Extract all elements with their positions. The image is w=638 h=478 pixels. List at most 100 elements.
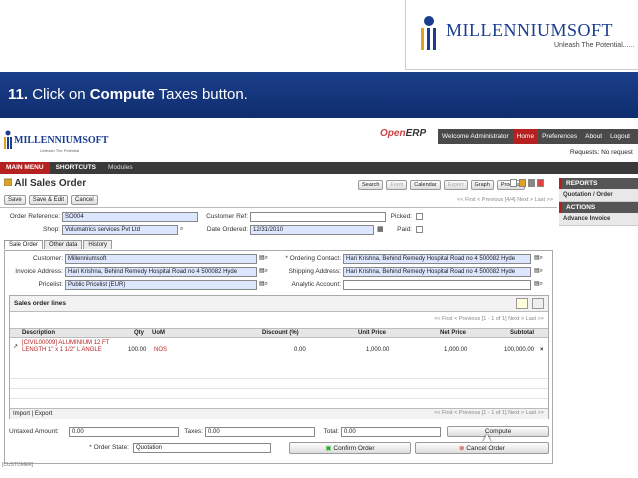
cancel-order-label: Cancel Order [466, 445, 505, 452]
taxes-label: Taxes: [184, 428, 203, 435]
shipping-address-field[interactable]: Hari Krishna, Behind Remedy Hospital Roa… [343, 267, 531, 277]
save-button[interactable]: Save [4, 195, 26, 205]
slide-logo-tagline: Unleash The Potential...... [554, 42, 635, 49]
top-link-preferences[interactable]: Preferences [538, 133, 581, 140]
graph-view-button[interactable]: Graph [470, 180, 494, 190]
analytic-search-icon[interactable]: ▤⌕ [534, 280, 543, 288]
confirm-order-button[interactable]: ▣ Confirm Order [289, 442, 411, 454]
delete-row-icon[interactable]: × [540, 347, 544, 353]
cancel-button[interactable]: Cancel [71, 195, 98, 205]
step-instruction: 11. Click on Compute Taxes button. [8, 86, 248, 103]
slide-logo: MILLENNIUMSOFT Unleash The Potential....… [405, 0, 638, 70]
order-state-label: * Order State: [89, 444, 129, 451]
shop-field[interactable]: Volumatrics services Pvt Ltd [62, 225, 178, 235]
empty-row [10, 370, 548, 379]
import-export-link[interactable]: Import | Export [13, 411, 52, 417]
tab-sale-order[interactable]: Sale Order [4, 240, 44, 249]
line-description: [CIVIL00009] ALUMINIUM 12 FT LENGTH 1" x… [22, 340, 110, 353]
analytic-account-field[interactable] [343, 280, 531, 290]
sales-order-lines: Sales order lines << First < Previous [1… [9, 295, 549, 419]
compute-button[interactable]: Compute [447, 426, 549, 437]
openerp-logo: OpenERP [380, 128, 426, 139]
pricelist-field[interactable]: Public Pricelist (EUR) [65, 280, 257, 290]
sales-order-lines-title: Sales order lines [10, 296, 548, 312]
customer-field[interactable]: Millenniumsoft [65, 254, 257, 264]
shop-label: Shop: [43, 226, 60, 233]
shipping-address-label: Shipping Address: [288, 268, 341, 275]
date-ordered-label: Date Ordered: [206, 226, 248, 233]
form-tabs: Sale Order Other data History [4, 240, 113, 249]
table-row[interactable]: ↗ [CIVIL00009] ALUMINIUM 12 FT LENGTH 1"… [10, 339, 548, 369]
order-ref-field[interactable]: SO004 [62, 212, 198, 222]
record-pager[interactable]: << First < Previous [4/4] Next > Last >> [457, 197, 553, 203]
step-text-pre: Click on [28, 86, 90, 103]
customer-search-icon[interactable]: ▤⌕ [259, 254, 268, 262]
menu-shortcuts[interactable]: SHORTCUTS [50, 162, 102, 174]
invoice-address-label: Invoice Address: [15, 268, 63, 275]
openerp-logo-b: ERP [405, 128, 427, 139]
menu-main[interactable]: MAIN MENU [0, 162, 50, 174]
col-discount: Discount (%) [262, 330, 299, 336]
form-view-button[interactable]: Form [386, 180, 408, 190]
lines-pager-bottom[interactable]: << First < Previous [1 - 1 of 1] Next > … [434, 410, 544, 416]
col-uom: UoM [152, 330, 165, 336]
document-icon[interactable] [510, 179, 517, 187]
menu-modules[interactable]: Modules [102, 162, 139, 174]
picked-checkbox[interactable] [416, 213, 423, 220]
divider [0, 207, 557, 208]
welcome-text: Welcome Administrator [442, 133, 509, 140]
pricelist-label: Pricelist: [38, 281, 63, 288]
top-nav: Welcome Administrator Home Preferences A… [438, 129, 638, 144]
folder-icon [3, 178, 13, 187]
top-link-home[interactable]: Home [512, 129, 539, 144]
tab-history[interactable]: History [83, 240, 113, 249]
search-icon[interactable]: ⌕ [180, 226, 183, 233]
pricelist-search-icon[interactable]: ▤⌕ [259, 280, 268, 288]
lines-pager-top[interactable]: << First < Previous [1 - 1 of 1] Next > … [434, 316, 544, 322]
tab-other-data[interactable]: Other data [44, 240, 83, 249]
help-icon[interactable] [537, 179, 544, 187]
print-icon[interactable] [519, 179, 526, 187]
calendar-icon[interactable]: ▦ [377, 225, 384, 233]
main-menubar: MAIN MENU SHORTCUTS Modules [0, 162, 638, 174]
top-link-about[interactable]: About [581, 133, 606, 140]
edit-row-icon[interactable]: ↗ [13, 343, 18, 350]
untaxed-label: Untaxed Amount: [9, 428, 59, 435]
new-line-icon[interactable] [516, 298, 528, 309]
attachment-icon[interactable] [528, 179, 535, 187]
sale-order-tab-panel: Customer: Millenniumsoft ▤⌕ * Ordering C… [4, 250, 553, 464]
sidebar-item-quotation-order[interactable]: Quotation / Order [559, 189, 638, 202]
col-description: Description [22, 330, 56, 336]
invoice-search-icon[interactable]: ▤⌕ [259, 267, 268, 275]
sales-order-form: All Sales Order Search Form Calendar Exp… [0, 176, 557, 466]
customer-ref-field[interactable] [250, 212, 386, 222]
shipping-search-icon[interactable]: ▤⌕ [534, 267, 543, 275]
ordering-contact-field[interactable]: Hari Krishna, Behind Remedy Hospital Roa… [343, 254, 531, 264]
untaxed-field: 0.00 [69, 427, 179, 437]
top-link-logout[interactable]: Logout [606, 133, 634, 140]
line-qty: 100.00 [128, 347, 147, 353]
save-edit-button[interactable]: Save & Edit [28, 195, 69, 205]
step-banner: 11. Click on Compute Taxes button. [0, 72, 638, 118]
cancel-order-button[interactable]: ⊗ Cancel Order [415, 442, 549, 454]
total-field: 0.00 [341, 427, 441, 437]
invoice-address-field[interactable]: Hari Krishna, Behind Remedy Hospital Roa… [65, 267, 257, 277]
date-ordered-field[interactable]: 12/31/2010 [250, 225, 374, 235]
delete-line-icon[interactable] [532, 298, 544, 309]
col-subtotal: Subtotal [510, 330, 534, 336]
search-view-button[interactable]: Search [358, 180, 384, 190]
slide-logo-brand: MILLENNIUMSOFT [446, 20, 613, 40]
col-unit-price: Unit Price [358, 330, 387, 336]
requests-status[interactable]: Requests: No request [570, 149, 633, 156]
paid-checkbox[interactable] [416, 226, 423, 233]
line-uom: NOS [154, 347, 168, 353]
sidebar-reports-header: REPORTS [559, 178, 638, 189]
col-net-price: Net Price [440, 330, 467, 336]
order-state-select[interactable]: Quotation [133, 443, 271, 453]
sidebar-item-advance-invoice[interactable]: Advance Invoice [559, 213, 638, 226]
calendar-view-button[interactable]: Calendar [410, 180, 441, 190]
empty-row [10, 390, 548, 399]
ordering-search-icon[interactable]: ▤⌕ [534, 254, 543, 262]
form-toolbar: Save Save & Edit Cancel [4, 195, 98, 205]
export-view-button[interactable]: Export [443, 180, 468, 190]
